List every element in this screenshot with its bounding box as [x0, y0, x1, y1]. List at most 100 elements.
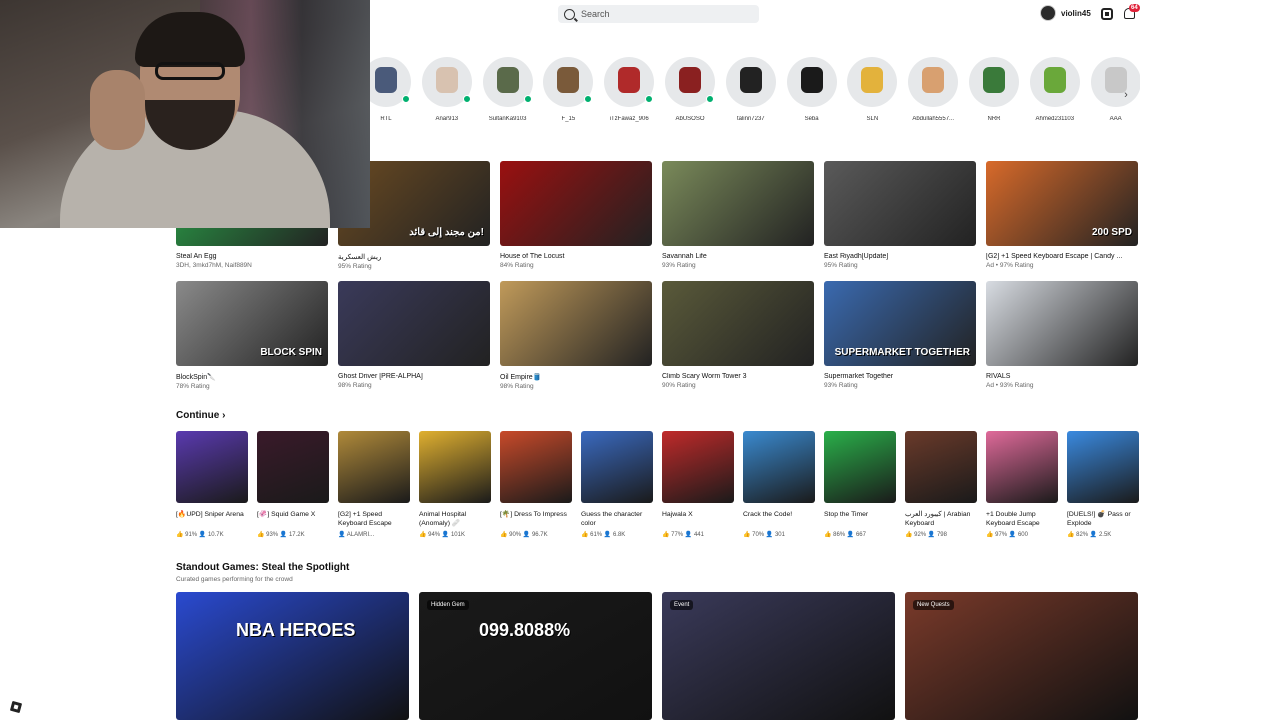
user-profile[interactable]: violin45: [1040, 5, 1091, 21]
game-thumbnail[interactable]: [905, 431, 977, 503]
game-tile[interactable]: RIVALS Ad • 93% Rating: [986, 281, 1138, 389]
spotlight-game-card[interactable]: New Quests: [905, 592, 1138, 720]
game-thumbnail[interactable]: [662, 281, 814, 366]
notification-badge: 64: [1129, 4, 1140, 12]
spotlight-game-card[interactable]: NBA HEROES: [176, 592, 409, 720]
avatar: [604, 57, 655, 107]
game-thumbnail[interactable]: [581, 431, 653, 503]
game-tile[interactable]: SUPERMARKET TOGETHER Supermarket Together…: [824, 281, 976, 389]
avatar: [725, 57, 776, 107]
avatar: [847, 57, 898, 107]
game-thumbnail[interactable]: [662, 161, 814, 246]
game-thumbnail[interactable]: [500, 161, 652, 246]
friend-item[interactable]: Ahmed231103: [1029, 57, 1081, 122]
game-thumbnail[interactable]: [257, 431, 329, 503]
avatar-face: [800, 67, 823, 93]
game-thumbnail[interactable]: [986, 431, 1058, 503]
game-stats: 👍 90% 👤 96.7K: [500, 532, 548, 538]
spotlight-game-card[interactable]: Event: [662, 592, 895, 720]
continue-game-tile[interactable]: Animal Hospital (Anomaly) 🩹 👍 94% 👤 101K: [419, 431, 491, 538]
game-tile[interactable]: East Riyadh[Update] 95% Rating: [824, 161, 976, 269]
game-thumbnail[interactable]: [338, 431, 410, 503]
continue-game-tile[interactable]: [DUELS!] 💣 Pass or Explode 👍 82% 👤 2.5K: [1067, 431, 1139, 538]
friend-item[interactable]: iTzFawaz_906: [603, 57, 655, 122]
continue-game-tile[interactable]: كيبورد العرب | Arabian Keyboard 👍 92% 👤 7…: [905, 431, 977, 538]
friend-item[interactable]: SultanKa9103: [482, 57, 534, 122]
game-thumbnail[interactable]: [824, 431, 896, 503]
game-thumbnail[interactable]: BLOCK SPIN: [176, 281, 328, 366]
game-tile[interactable]: Oil Empire🛢️ 98% Rating: [500, 281, 652, 390]
friend-item[interactable]: talinn7237: [725, 57, 777, 122]
game-rating: 95% Rating: [824, 262, 858, 269]
friend-name: Ahmed231103: [1035, 116, 1075, 122]
continue-game-tile[interactable]: Guess the character color 👍 61% 👤 6.8K: [581, 431, 653, 538]
game-thumbnail[interactable]: [986, 281, 1138, 366]
game-thumbnail[interactable]: [419, 431, 491, 503]
game-tile[interactable]: Climb Scary Worm Tower 3 90% Rating: [662, 281, 814, 389]
friend-item[interactable]: Seba: [786, 57, 838, 122]
game-thumbnail[interactable]: [500, 281, 652, 366]
game-tile[interactable]: BLOCK SPIN BlockSpin🔪 78% Rating: [176, 281, 328, 390]
friend-name: F_15: [561, 116, 576, 122]
avatar-face: [618, 67, 641, 93]
game-thumbnail[interactable]: [176, 431, 248, 503]
game-stats: 👍 94% 👤 101K: [419, 532, 465, 538]
continue-game-tile[interactable]: Hajwala X 👍 77% 👤 441: [662, 431, 734, 538]
continue-game-tile[interactable]: Stop the Timer 👍 86% 👤 667: [824, 431, 896, 538]
continue-game-tile[interactable]: [🦑] Squid Game X 👍 93% 👤 17.2K: [257, 431, 329, 538]
search-icon: [564, 8, 575, 20]
friend-item[interactable]: F_15: [542, 57, 594, 122]
game-thumbnail[interactable]: [500, 431, 572, 503]
friend-item[interactable]: SLN: [846, 57, 898, 122]
continue-game-tile[interactable]: [🌴] Dress To Impress 👍 90% 👤 96.7K: [500, 431, 572, 538]
avatar-face: [557, 67, 580, 93]
game-title: [G2] +1 Speed Keyboard Escape: [338, 511, 392, 527]
game-title: Supermarket Together: [824, 373, 894, 380]
game-tile[interactable]: 200 SPD [G2] +1 Speed Keyboard Escape | C…: [986, 161, 1138, 269]
friend-item[interactable]: Abdullah5557...: [907, 57, 959, 122]
game-tile[interactable]: Savannah Life 93% Rating: [662, 161, 814, 269]
continue-heading[interactable]: Continue ›: [176, 410, 225, 421]
game-thumbnail[interactable]: [824, 161, 976, 246]
game-title: Stop the Timer: [824, 511, 869, 518]
continue-game-tile[interactable]: [🔥UPD] Sniper Arena 👍 91% 👤 10.7K: [176, 431, 248, 538]
search-input[interactable]: Search: [558, 5, 759, 23]
friend-item[interactable]: Anar913: [421, 57, 473, 122]
avatar-face: [983, 67, 1005, 93]
chevron-right-icon[interactable]: ›: [1119, 88, 1133, 102]
game-tile[interactable]: House of The Locust 84% Rating: [500, 161, 652, 269]
game-tile[interactable]: Ghost Driver [PRE-ALPHA] 98% Rating: [338, 281, 490, 389]
continue-game-tile[interactable]: Crack the Code! 👍 70% 👤 301: [743, 431, 815, 538]
game-thumbnail[interactable]: [338, 281, 490, 366]
roblox-logo-icon: [9, 700, 23, 714]
game-title: كيبورد العرب | Arabian Keyboard: [905, 511, 971, 527]
online-status-icon: [402, 95, 410, 103]
game-rating: 98% Rating: [500, 383, 534, 390]
game-thumbnail[interactable]: 200 SPD: [986, 161, 1138, 246]
spotlight-subtitle: Curated games performing for the crowd: [176, 576, 293, 583]
game-title: Savannah Life: [662, 253, 707, 260]
game-thumbnail[interactable]: SUPERMARKET TOGETHER: [824, 281, 976, 366]
game-title: Hajwala X: [662, 511, 693, 518]
game-title: +1 Double Jump Keyboard Escape: [986, 511, 1040, 527]
robux-icon[interactable]: [1101, 8, 1113, 20]
friend-item[interactable]: NRR: [968, 57, 1020, 122]
game-rating: 78% Rating: [176, 383, 210, 390]
thumbnail-overlay-text: BLOCK SPIN: [260, 347, 322, 358]
game-thumbnail[interactable]: [1067, 431, 1139, 503]
spotlight-game-card[interactable]: Hidden Gem 099.8088%: [419, 592, 652, 720]
friend-name: AbUSOSO: [675, 116, 705, 122]
online-status-icon: [523, 95, 532, 103]
game-thumbnail[interactable]: [743, 431, 815, 503]
game-stats: 👍 70% 👤 301: [743, 532, 785, 538]
game-rating: 95% Rating: [338, 263, 372, 270]
webcam-overlay: [0, 0, 370, 228]
avatar: [908, 57, 959, 107]
game-thumbnail[interactable]: [662, 431, 734, 503]
avatar: [786, 57, 837, 107]
friend-name: iTzFawaz_906: [609, 116, 649, 122]
game-stats: 👍 93% 👤 17.2K: [257, 532, 305, 538]
continue-game-tile[interactable]: +1 Double Jump Keyboard Escape 👍 97% 👤 60…: [986, 431, 1058, 538]
friend-item[interactable]: AbUSOSO: [664, 57, 716, 122]
continue-game-tile[interactable]: [G2] +1 Speed Keyboard Escape 👤 ALAMRI...: [338, 431, 410, 538]
